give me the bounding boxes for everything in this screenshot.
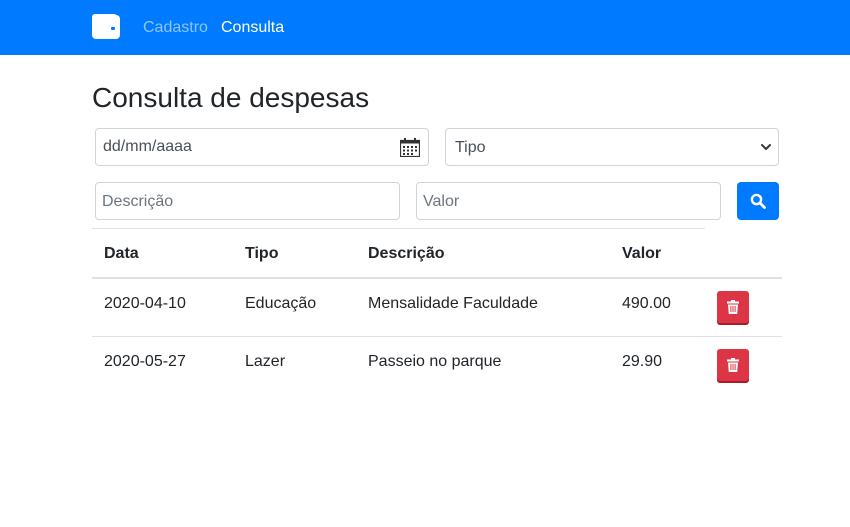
- table-cell-descricao: Passeio no parque: [368, 353, 502, 370]
- page-title: Consulta de despesas: [92, 82, 370, 113]
- table-cell-valor: 490.00: [622, 295, 671, 312]
- trash-icon: [727, 300, 739, 314]
- delete-button[interactable]: [717, 349, 749, 381]
- search-icon: [750, 193, 766, 209]
- table-cell-tipo: Lazer: [245, 353, 286, 370]
- tipo-select-value: Tipo: [455, 139, 486, 156]
- table-cell-valor: 29.90: [622, 353, 663, 370]
- chevron-down-icon: [761, 144, 771, 150]
- nav-link-consulta[interactable]: Consulta: [221, 18, 284, 38]
- table-row-border: [92, 336, 782, 337]
- column-header-data: Data: [104, 245, 139, 262]
- table-cell-tipo: Educação: [245, 295, 317, 312]
- date-field[interactable]: dd/mm/aaaa: [95, 128, 429, 166]
- tipo-select[interactable]: Tipo: [445, 128, 779, 166]
- search-button[interactable]: [737, 182, 779, 220]
- trash-icon: [727, 358, 739, 372]
- valor-placeholder: Valor: [423, 193, 460, 210]
- table-cell-data: 2020-05-27: [104, 353, 186, 370]
- table-cell-descricao: Mensalidade Faculdade: [368, 295, 538, 312]
- nav-link-cadastro[interactable]: Cadastro: [143, 18, 208, 38]
- delete-button[interactable]: [717, 291, 749, 323]
- wallet-icon[interactable]: [92, 14, 120, 39]
- descricao-input[interactable]: Descrição: [95, 182, 400, 220]
- column-header-descricao: Descrição: [368, 245, 445, 262]
- table-cell-data: 2020-04-10: [104, 295, 186, 312]
- table-top-border: [92, 228, 705, 229]
- column-header-tipo: Tipo: [245, 245, 279, 262]
- table-header-border: [92, 277, 782, 279]
- column-header-valor: Valor: [622, 245, 662, 262]
- descricao-placeholder: Descrição: [102, 193, 174, 210]
- date-field-value: dd/mm/aaaa: [103, 138, 192, 155]
- valor-input[interactable]: Valor: [416, 182, 721, 220]
- navbar: Cadastro Consulta: [0, 0, 850, 55]
- calendar-icon[interactable]: [400, 138, 420, 157]
